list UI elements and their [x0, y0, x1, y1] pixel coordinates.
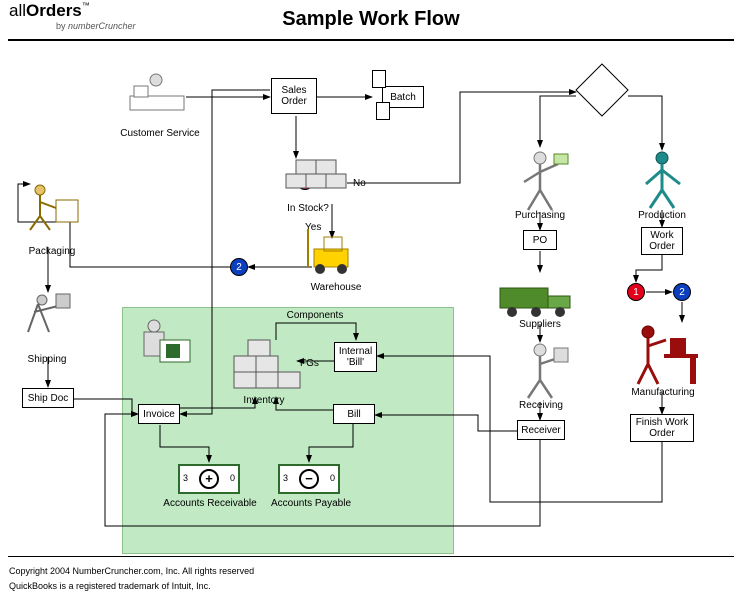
- money-3b: 3: [283, 474, 288, 484]
- ar-label: Accounts Receivable: [160, 498, 260, 509]
- header: allOrders™ by numberCruncher Sample Work…: [0, 0, 742, 38]
- money-3: 3: [183, 474, 188, 484]
- invoice-box: Invoice: [138, 404, 180, 424]
- suppliers-label: Suppliers: [512, 319, 568, 330]
- top-divider: [8, 39, 734, 41]
- make-or-buy-label: Make or Buy: [580, 80, 626, 102]
- components-label: Components: [280, 310, 350, 321]
- ship-doc-box: Ship Doc: [22, 388, 74, 408]
- connector-1-instock: 1: [296, 172, 314, 190]
- connector-2-warehouse: 2: [230, 258, 248, 276]
- no-label: No: [353, 178, 366, 189]
- packaging-label: Packaging: [22, 246, 82, 257]
- footer-trademark: QuickBooks is a registered trademark of …: [9, 581, 211, 591]
- minus-icon: −: [299, 469, 319, 489]
- money-ap: 3 − 0: [278, 464, 340, 494]
- inventory-label: Inventory: [238, 395, 290, 406]
- batch-doc-icon-2: [376, 102, 390, 120]
- in-stock-label: In Stock?: [278, 203, 338, 214]
- footer-copyright: Copyright 2004 NumberCruncher.com, Inc. …: [9, 566, 254, 576]
- money-ar: 3 + 0: [178, 464, 240, 494]
- warehouse-label: Warehouse: [306, 282, 366, 293]
- po-box: PO: [523, 230, 557, 250]
- page-title: Sample Work Flow: [0, 8, 742, 31]
- yes-label: Yes: [305, 222, 321, 233]
- sales-order-box: Sales Order: [271, 78, 317, 114]
- plus-icon: +: [199, 469, 219, 489]
- page: allOrders™ by numberCruncher Sample Work…: [0, 0, 742, 600]
- finish-work-order-box: Finish Work Order: [630, 414, 694, 442]
- bill-box: Bill: [333, 404, 375, 424]
- shipping-label: Shipping: [22, 354, 72, 365]
- accounting-panel: [122, 307, 454, 554]
- ap-label: Accounts Payable: [266, 498, 356, 509]
- work-order-box: Work Order: [641, 227, 683, 255]
- fgs-label: FGs: [300, 358, 319, 369]
- diagram-canvas: Sales Order Batch Customer Service In St…: [0, 42, 742, 554]
- receiving-label: Receiving: [514, 400, 568, 411]
- connector-1-prod: 1: [627, 283, 645, 301]
- money-0b: 0: [330, 474, 335, 484]
- production-label: Production: [634, 210, 690, 221]
- internal-bill-box: Internal 'Bill': [334, 342, 377, 372]
- purchasing-label: Purchasing: [510, 210, 570, 221]
- batch-doc-icon: [372, 70, 386, 88]
- manufacturing-label: Manufacturing: [626, 387, 700, 398]
- bottom-divider: [8, 556, 734, 557]
- connector-2-prod: 2: [673, 283, 691, 301]
- receiver-box: Receiver: [517, 420, 565, 440]
- customer-service-label: Customer Service: [120, 128, 200, 139]
- money-0: 0: [230, 474, 235, 484]
